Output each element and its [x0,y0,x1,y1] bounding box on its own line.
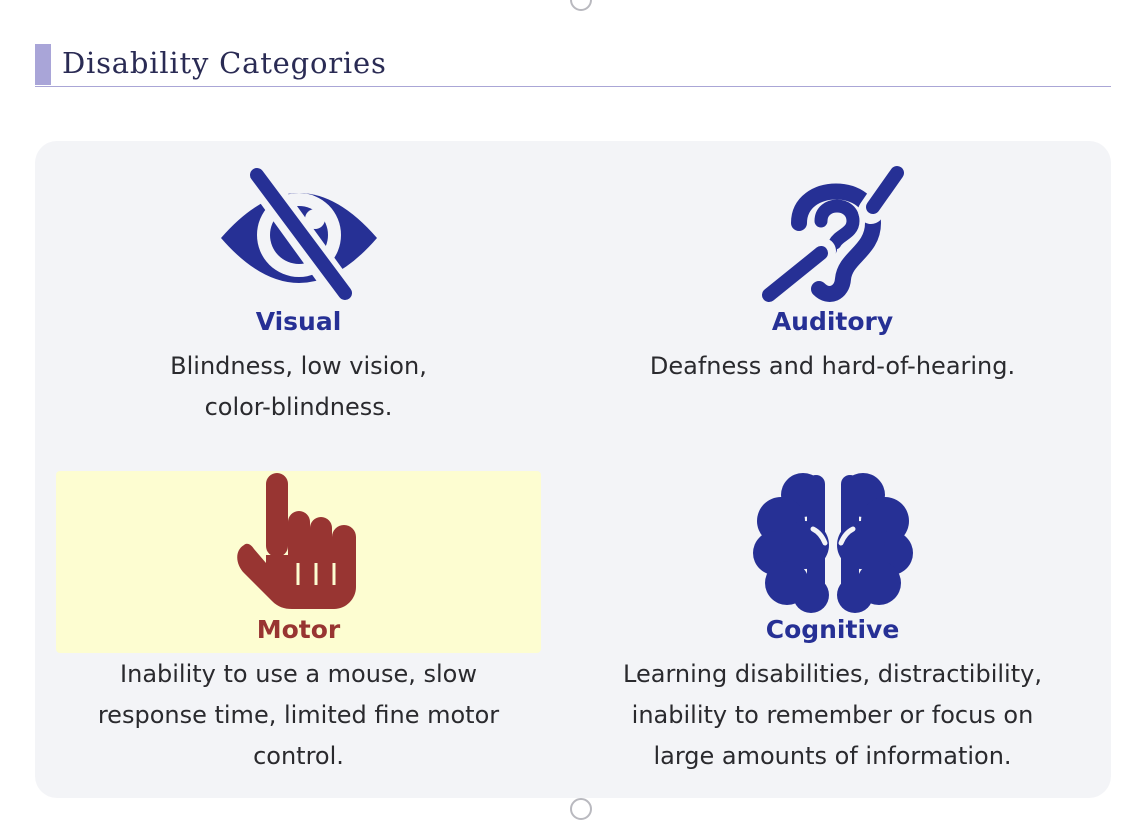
category-title-motor: Motor [256,615,341,644]
category-description-auditory: Deafness and hard-of-hearing. [590,346,1075,387]
description-line: Learning disabilities, distractibility, [623,660,1042,688]
section-header: Disability Categories [35,44,1111,87]
category-description-visual: Blindness, low vision, color-blindness. [56,346,541,428]
description-line: color-blindness. [204,393,393,421]
category-description-motor: Inability to use a mouse, slow response … [56,654,541,777]
description-line: large amounts of information. [653,742,1012,770]
eye-slash-icon [221,168,377,302]
brain-icon [753,473,913,613]
deaf-ear-icon [761,161,905,307]
description-line: control. [253,742,344,770]
page-connector-bottom [570,798,592,820]
description-line: Inability to use a mouse, slow [120,660,477,688]
category-title-cognitive: Cognitive [765,615,900,644]
description-line: inability to remember or focus on [631,701,1034,729]
description-line: Blindness, low vision, [170,352,427,380]
category-description-cognitive: Learning disabilities, distractibility, … [590,654,1075,777]
description-line: response time, limited fine motor [97,701,500,729]
category-title-auditory: Auditory [771,307,894,336]
section-title: Disability Categories [62,46,387,80]
pointing-hand-icon [237,473,356,609]
page-connector-top [570,0,592,11]
section-accent-bar [35,44,51,85]
description-line: Deafness and hard-of-hearing. [649,352,1016,380]
category-title-visual: Visual [255,307,342,336]
